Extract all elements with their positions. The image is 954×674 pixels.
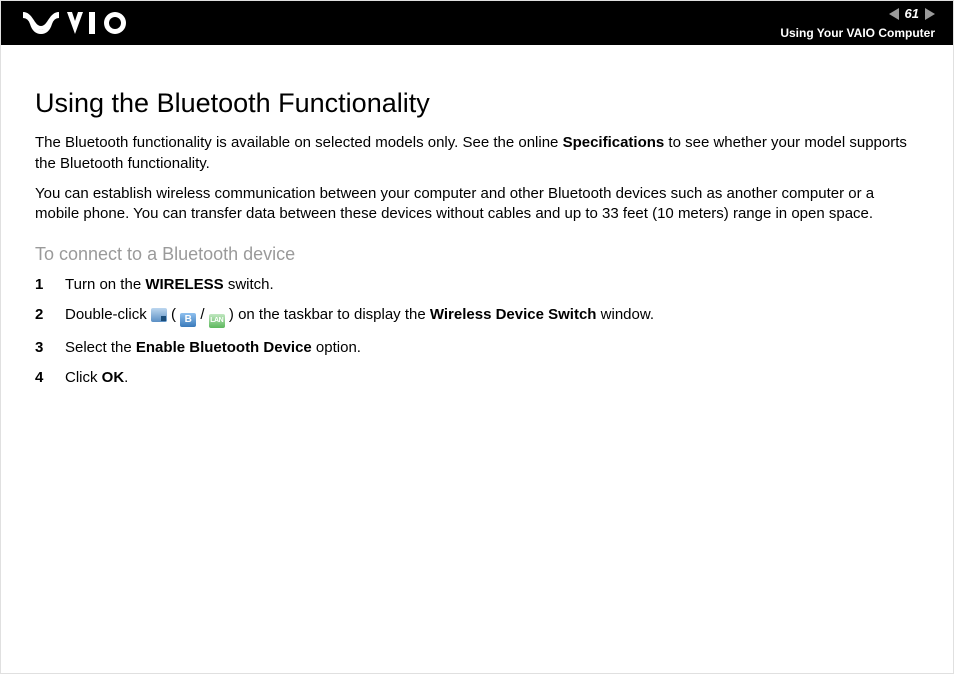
text-bold: Enable Bluetooth Device: [136, 339, 312, 356]
next-page-arrow-icon[interactable]: [925, 8, 935, 20]
text-bold: WIRELESS: [145, 276, 223, 293]
text: (: [167, 306, 180, 323]
text-bold: Wireless Device Switch: [430, 306, 597, 323]
lan-icon: LAN: [209, 314, 225, 328]
text: Turn on the: [65, 276, 145, 293]
page-content: Using the Bluetooth Functionality The Bl…: [1, 45, 953, 388]
subheading: To connect to a Bluetooth device: [35, 242, 919, 266]
section-label: Using Your VAIO Computer: [780, 25, 935, 41]
text: Double-click: [65, 306, 151, 323]
text: switch.: [224, 276, 274, 293]
text-bold: Specifications: [563, 134, 665, 151]
text: Select the: [65, 339, 136, 356]
page-title: Using the Bluetooth Functionality: [35, 85, 919, 121]
text-bold: OK: [102, 369, 125, 386]
header-right: 61 Using Your VAIO Computer: [780, 5, 935, 41]
text: window.: [596, 306, 654, 323]
text: The Bluetooth functionality is available…: [35, 134, 563, 151]
steps-list: Turn on the WIRELESS switch. Double-clic…: [35, 275, 919, 389]
bluetooth-b-icon: B: [180, 313, 196, 327]
wireless-switch-icon: [151, 308, 167, 322]
text: Click: [65, 369, 102, 386]
vaio-logo: [23, 12, 135, 34]
step-1: Turn on the WIRELESS switch.: [35, 275, 919, 295]
text: option.: [312, 339, 361, 356]
intro-paragraph-1: The Bluetooth functionality is available…: [35, 133, 919, 174]
step-4: Click OK.: [35, 368, 919, 388]
step-3: Select the Enable Bluetooth Device optio…: [35, 338, 919, 358]
text: /: [196, 306, 209, 323]
intro-paragraph-2: You can establish wireless communication…: [35, 184, 919, 225]
text: ) on the taskbar to display the: [225, 306, 430, 323]
pager: 61: [889, 5, 935, 23]
prev-page-arrow-icon[interactable]: [889, 8, 899, 20]
header-bar: 61 Using Your VAIO Computer: [1, 1, 953, 45]
step-2: Double-click ( B / LAN ) on the taskbar …: [35, 305, 919, 328]
page-number: 61: [905, 5, 919, 23]
text: .: [124, 369, 128, 386]
